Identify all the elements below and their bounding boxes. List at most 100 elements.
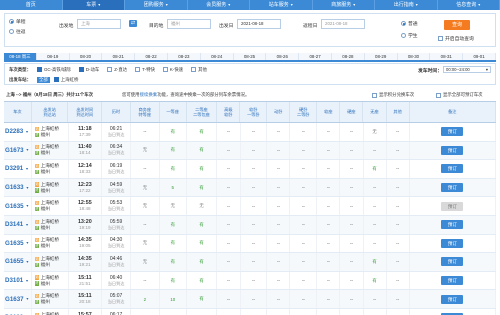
show-points-checkbox[interactable]: 显示积分兑换车次 [372,91,414,99]
train-type-option[interactable]: T-特快 [135,67,155,73]
train-number-cell[interactable]: G1635 ▼ [4,197,32,215]
search-button[interactable]: 查询 [444,20,470,30]
chevron-down-icon[interactable]: ▼ [26,148,30,152]
nav-item[interactable]: 车票 ▾ [62,0,125,10]
book-button[interactable]: 预订 [441,201,464,211]
station-all-tag[interactable]: 全部 [36,76,50,83]
train-number-cell[interactable]: G1633 ▼ [4,178,32,197]
chevron-down-icon[interactable]: ▼ [25,223,29,227]
destination-station-name[interactable]: 福州 [41,299,50,305]
date-tab[interactable]: 08-25 [233,53,267,60]
show-bookable-checkbox[interactable]: 显示全部可预订车次 [436,91,483,99]
date-tab[interactable]: 08-30 [397,53,431,60]
book-button[interactable]: 预订 [441,276,464,286]
single-trip-radio[interactable]: 单程 [9,18,26,25]
train-number[interactable]: G1637 [5,296,24,303]
book-button[interactable]: 预订 [441,257,464,267]
depart-date-input[interactable]: 2021-08-18 [237,19,281,29]
column-header[interactable]: 无座 [363,102,387,122]
date-tab[interactable]: 08-31 [430,53,464,60]
destination-station-name[interactable]: 福州 [41,225,50,231]
column-header[interactable]: 硬卧 二等卧 [290,102,318,122]
train-type-option[interactable]: K-快速 [162,67,183,73]
train-number-cell[interactable]: G1673 ▼ [4,141,32,160]
date-tab[interactable]: 08-19 [36,53,70,60]
date-tab[interactable]: 08-28 [331,53,365,60]
round-trip-radio[interactable]: 往返 [9,28,26,35]
train-number[interactable]: D3101 [5,277,23,284]
column-header[interactable]: 备注 [410,102,497,122]
column-header[interactable]: 车次 [4,102,32,122]
date-tab[interactable]: 08-23 [167,53,201,60]
destination-station-name[interactable]: 福州 [41,206,50,212]
book-button[interactable]: 预订 [441,164,464,174]
nav-item[interactable]: 出行指南 ▾ [375,0,438,10]
book-button[interactable]: 预订 [441,127,464,137]
chevron-down-icon[interactable]: ▼ [26,260,30,264]
destination-station-name[interactable]: 福州 [41,132,50,138]
train-number-cell[interactable]: D2283 ▼ [4,123,32,141]
date-tab[interactable]: 08-20 [69,53,103,60]
destination-station-name[interactable]: 福州 [41,169,50,175]
chevron-down-icon[interactable]: ▼ [25,130,29,134]
chevron-down-icon[interactable]: ▼ [26,241,30,245]
train-number[interactable]: D3291 [5,165,23,172]
to-input[interactable]: 福州 [167,19,211,29]
chevron-down-icon[interactable]: ▼ [26,186,30,190]
train-type-option[interactable]: GC-高铁/城际 [36,67,71,73]
date-tab[interactable]: 08-22 [135,53,168,60]
train-type-option[interactable]: 其他 [191,67,207,73]
date-tab[interactable]: 09-01 [463,53,496,60]
nav-item[interactable]: 首页 [0,0,63,10]
train-number[interactable]: G1673 [5,147,24,154]
date-tab[interactable]: 08-26 [266,53,300,60]
chevron-down-icon[interactable]: ▼ [26,297,30,301]
date-tab[interactable]: 08-21 [102,53,136,60]
destination-station-name[interactable]: 福州 [41,262,50,268]
train-number-cell[interactable]: G1655 ▼ [4,253,32,271]
column-header[interactable]: 其他 [387,102,410,122]
chevron-down-icon[interactable]: ▼ [26,204,30,208]
date-tab[interactable]: 08-24 [200,53,234,60]
train-number-cell[interactable]: G1635 ▼ [4,234,32,253]
train-number-cell[interactable]: D3101 ▼ [4,271,32,290]
book-button[interactable]: 预订 [441,220,464,230]
column-header[interactable]: 软座 [317,102,341,122]
train-number-cell[interactable]: G1637 ▼ [4,290,32,308]
column-header[interactable]: 高级 软卧 [217,102,241,122]
column-header[interactable]: 出发时间 到达时间 [68,102,103,122]
date-tab[interactable]: 08-29 [364,53,398,60]
chevron-down-icon[interactable]: ▼ [25,167,29,171]
column-header[interactable]: 历时 [102,102,131,122]
train-type-option[interactable]: D-动车 [78,67,99,73]
column-header[interactable]: 软卧 一等卧 [240,102,268,122]
train-number[interactable]: G1633 [5,184,24,191]
column-header[interactable]: 硬座 [340,102,364,122]
train-number[interactable]: D2283 [5,128,23,135]
nav-item[interactable]: 站车服务 ▾ [250,0,313,10]
swap-icon[interactable]: ⇄ [129,20,137,27]
depart-time-select[interactable]: 00:00--24:00 ▾ [443,66,491,73]
date-tab[interactable]: 08-18 周三 [4,53,37,60]
nav-item[interactable]: 团购服务 ▾ [125,0,188,10]
column-header[interactable]: 一等座 [160,102,187,122]
column-header[interactable]: 商务座 特等座 [131,102,160,122]
chevron-down-icon[interactable]: ▼ [25,279,29,283]
train-number[interactable]: G1635 [5,203,24,210]
nav-item[interactable]: 信息查询 ▾ [438,0,500,10]
transfer-link[interactable]: 接续换乘 [140,92,158,97]
auto-query-checkbox[interactable]: 开启自动查询 [438,35,474,42]
student-ticket-radio[interactable]: 学生 [401,32,418,39]
column-header[interactable]: 出发站 到达站 [32,102,69,122]
book-button[interactable]: 预订 [441,238,464,248]
destination-station-name[interactable]: 福州 [41,188,50,194]
train-number[interactable]: G1635 [5,240,24,247]
station-option[interactable]: 上海虹桥 [53,77,78,83]
train-number-cell[interactable]: D3103▼ [4,308,32,315]
train-number[interactable]: G1655 [5,258,24,265]
book-button[interactable]: 预订 [441,294,464,304]
column-header[interactable]: 二等座 二等包座 [187,102,218,122]
train-number[interactable]: D3141 [5,221,23,228]
destination-station-name[interactable]: 福州 [41,243,50,249]
return-date-input[interactable]: 2021-08-18 [321,19,365,29]
